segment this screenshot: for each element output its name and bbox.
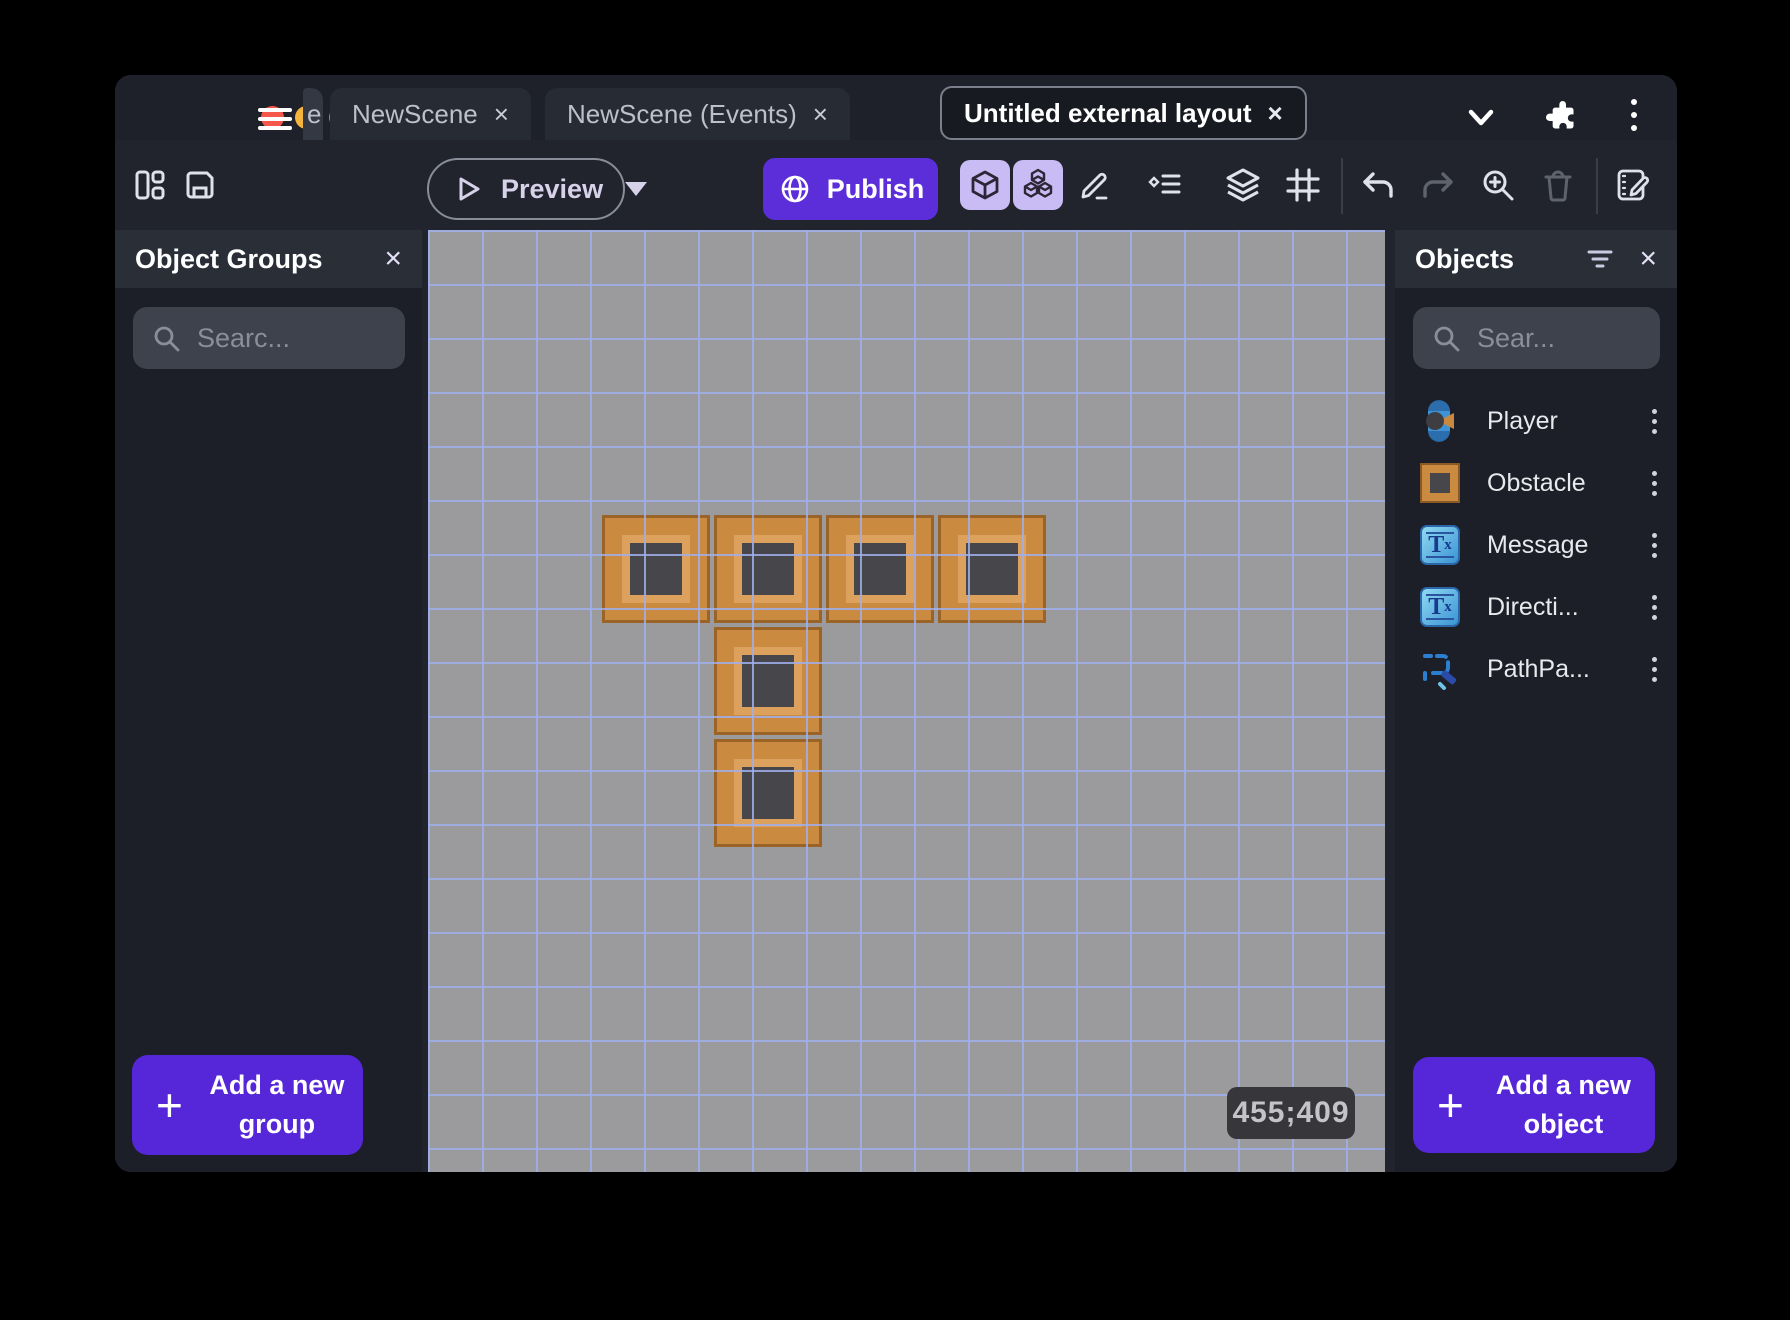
obstacle-instance[interactable] bbox=[714, 739, 822, 847]
kebab-icon[interactable] bbox=[1648, 653, 1661, 686]
panels-layout-icon[interactable] bbox=[125, 160, 175, 210]
close-icon[interactable]: × bbox=[1268, 100, 1283, 126]
kebab-icon[interactable] bbox=[1648, 591, 1661, 624]
plus-icon: + bbox=[1437, 1079, 1464, 1131]
globe-icon bbox=[777, 171, 813, 207]
titlebar: e NewScene × NewScene (Events) × Untitle… bbox=[115, 75, 1677, 140]
redo-icon[interactable] bbox=[1413, 160, 1463, 210]
filter-sort-icon[interactable] bbox=[1587, 248, 1613, 270]
close-icon[interactable]: × bbox=[1639, 244, 1657, 274]
add-object-button[interactable]: + Add a new object bbox=[1413, 1057, 1655, 1153]
close-icon[interactable]: × bbox=[813, 101, 828, 127]
app-window: e NewScene × NewScene (Events) × Untitle… bbox=[115, 75, 1677, 1172]
search-icon bbox=[1431, 323, 1461, 353]
layers-icon[interactable] bbox=[1218, 160, 1268, 210]
search-icon bbox=[151, 323, 181, 353]
zoom-in-icon[interactable] bbox=[1473, 160, 1523, 210]
scene-properties-edit-icon[interactable] bbox=[1608, 160, 1658, 210]
kebab-icon[interactable] bbox=[1648, 529, 1661, 562]
tab-truncated[interactable]: e bbox=[303, 88, 323, 140]
object-groups-search[interactable] bbox=[133, 307, 405, 369]
obstacle-instance[interactable] bbox=[602, 515, 710, 623]
object-row-obstacle[interactable]: Obstacle bbox=[1395, 452, 1677, 514]
panel-title: Objects bbox=[1415, 243, 1515, 274]
plus-icon: + bbox=[156, 1079, 183, 1131]
obstacle-instance[interactable] bbox=[938, 515, 1046, 623]
edit-objects-mode-cube-icon[interactable] bbox=[960, 160, 1010, 210]
search-input[interactable] bbox=[1477, 322, 1642, 354]
objects-header: Objects × bbox=[1395, 230, 1677, 288]
publish-button[interactable]: Publish bbox=[763, 158, 938, 220]
main-menu-icon[interactable] bbox=[258, 108, 292, 130]
search-input[interactable] bbox=[197, 322, 387, 354]
obstacle-icon bbox=[1419, 461, 1461, 505]
text-object-icon: Tx bbox=[1419, 585, 1461, 629]
obstacle-instance[interactable] bbox=[714, 627, 822, 735]
toolbar-separator bbox=[1596, 158, 1598, 214]
toolbar-separator bbox=[1341, 158, 1343, 214]
objects-panel: Objects × Sear... Player Obstacle T x Me… bbox=[1395, 230, 1677, 1172]
tab-newscene[interactable]: NewScene × bbox=[330, 88, 531, 140]
object-row-player[interactable]: Player bbox=[1395, 390, 1677, 452]
scene-canvas[interactable]: 455;409 bbox=[428, 230, 1385, 1172]
grid-icon[interactable] bbox=[1278, 160, 1328, 210]
more-options-kebab-icon[interactable] bbox=[1627, 95, 1641, 135]
text-object-icon: Tx bbox=[1419, 523, 1461, 567]
toolbar: Preview Publish bbox=[115, 140, 1677, 230]
object-row-message[interactable]: Tx Message bbox=[1395, 514, 1677, 576]
preview-button[interactable]: Preview bbox=[427, 158, 648, 220]
player-icon bbox=[1419, 399, 1461, 443]
play-icon bbox=[453, 174, 483, 204]
object-groups-header: Object Groups × bbox=[115, 230, 422, 288]
path-icon bbox=[1419, 647, 1461, 691]
edit-instances-mode-cubes-icon[interactable] bbox=[1013, 160, 1063, 210]
objects-search[interactable] bbox=[1413, 307, 1660, 369]
kebab-icon[interactable] bbox=[1648, 405, 1661, 438]
preview-dropdown-button[interactable] bbox=[625, 182, 648, 196]
edit-pencil-icon[interactable] bbox=[1070, 160, 1120, 210]
tab-newscene-events[interactable]: NewScene (Events) × bbox=[545, 88, 850, 140]
extensions-puzzle-icon[interactable] bbox=[1541, 96, 1581, 136]
kebab-icon[interactable] bbox=[1648, 467, 1661, 500]
close-icon[interactable]: × bbox=[384, 244, 402, 274]
trash-icon[interactable] bbox=[1533, 160, 1583, 210]
object-row-directions[interactable]: Tx Directi... bbox=[1395, 576, 1677, 638]
close-icon[interactable]: × bbox=[494, 101, 509, 127]
obstacle-instance[interactable] bbox=[714, 515, 822, 623]
chevron-down-icon[interactable] bbox=[1463, 99, 1499, 135]
add-group-button[interactable]: + Add a new group bbox=[132, 1055, 363, 1155]
instances-list-icon[interactable] bbox=[1140, 160, 1190, 210]
canvas-grid bbox=[428, 230, 1385, 1172]
object-row-pathpaint[interactable]: PathPa... bbox=[1395, 638, 1677, 700]
obstacle-instance[interactable] bbox=[826, 515, 934, 623]
tab-untitled-external-layout[interactable]: Untitled external layout × bbox=[940, 86, 1307, 140]
save-icon[interactable] bbox=[175, 160, 225, 210]
caret-down-icon bbox=[625, 182, 648, 196]
object-groups-panel: Object Groups × + Add a newgroup bbox=[115, 230, 422, 1172]
panel-title: Object Groups bbox=[135, 243, 323, 274]
cursor-coordinates-badge: 455;409 bbox=[1227, 1087, 1355, 1139]
content-area: Object Groups × + Add a newgroup 455;409… bbox=[115, 230, 1677, 1172]
undo-icon[interactable] bbox=[1353, 160, 1403, 210]
